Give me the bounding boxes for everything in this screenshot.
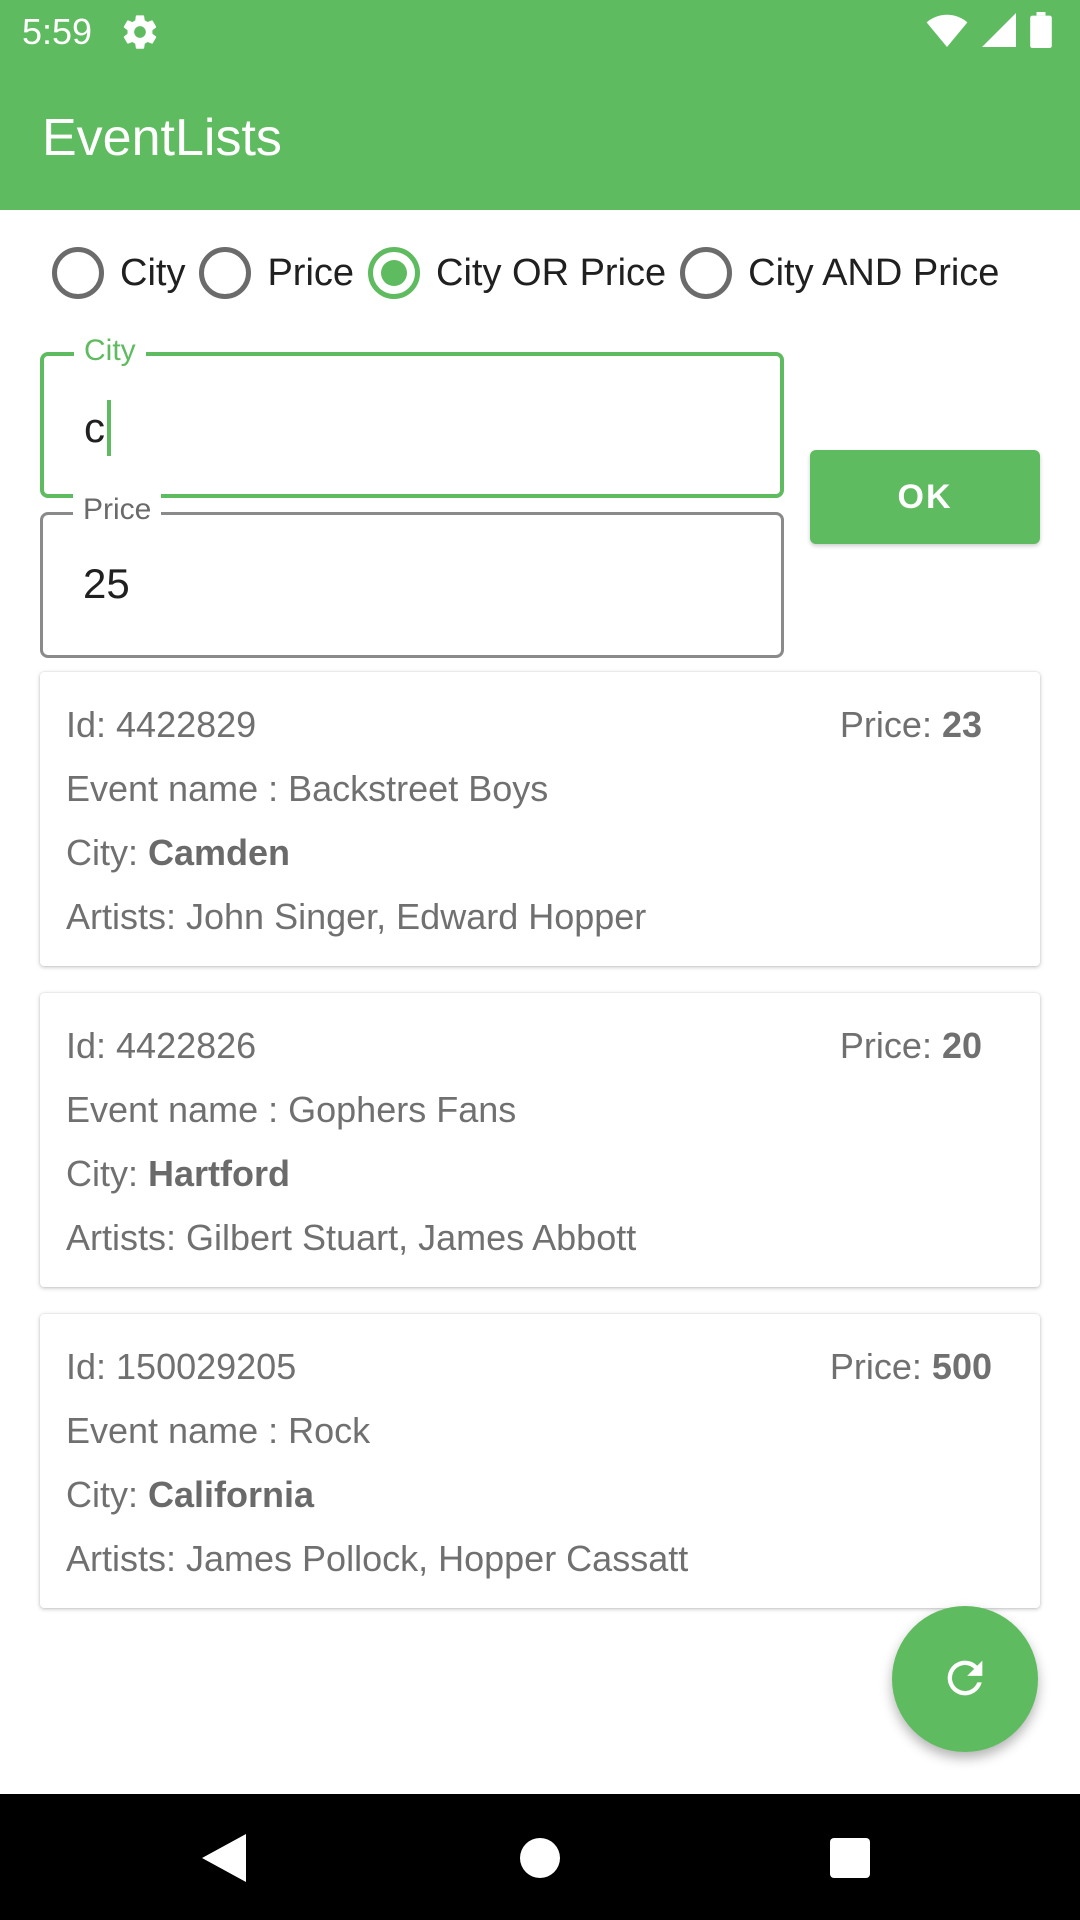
status-time: 5:59 bbox=[22, 11, 93, 52]
city-input[interactable]: c bbox=[84, 400, 111, 456]
event-price: Price: 20 bbox=[839, 1025, 982, 1066]
price-input[interactable]: 25 bbox=[83, 559, 130, 609]
home-icon[interactable] bbox=[512, 1830, 568, 1886]
event-name: Event name : Rock bbox=[66, 1410, 371, 1451]
event-card[interactable]: Id: 150029205 Price: 500 Event name : Ro… bbox=[40, 1314, 1040, 1608]
event-id: Id: 4422829 bbox=[66, 704, 257, 745]
price-input-value: 25 bbox=[83, 560, 130, 607]
price-field-label: Price bbox=[73, 493, 162, 527]
event-price: Price: 23 bbox=[839, 704, 982, 745]
recents-icon[interactable] bbox=[822, 1830, 878, 1886]
battery-icon bbox=[1030, 11, 1052, 53]
radio-label: City AND Price bbox=[748, 252, 1000, 294]
event-id: Id: 4422826 bbox=[66, 1025, 257, 1066]
city-field-label: City bbox=[74, 334, 146, 368]
event-city: City: Hartford bbox=[66, 1153, 291, 1194]
radio-button[interactable] bbox=[199, 247, 252, 299]
radio-price[interactable]: Price bbox=[199, 247, 354, 299]
event-artists: Artists: John Singer, Edward Hopper bbox=[66, 896, 647, 937]
event-card[interactable]: Id: 4422826 Price: 20 Event name : Gophe… bbox=[40, 993, 1040, 1287]
radio-city[interactable]: City bbox=[52, 247, 185, 299]
event-name: Event name : Gophers Fans bbox=[66, 1089, 517, 1130]
radio-city-or-price[interactable]: City OR Price bbox=[368, 247, 666, 299]
event-card[interactable]: Id: 4422829 Price: 23 Event name : Backs… bbox=[40, 672, 1040, 966]
back-icon[interactable] bbox=[196, 1830, 252, 1886]
radio-label: Price bbox=[267, 252, 355, 294]
refresh-button[interactable] bbox=[892, 1606, 1038, 1752]
event-city: City: Camden bbox=[66, 832, 291, 873]
filter-radio-group: City Price City OR Price City AND Price bbox=[52, 244, 1013, 302]
signal-icon bbox=[982, 12, 1016, 52]
radio-city-and-price[interactable]: City AND Price bbox=[680, 247, 999, 299]
ok-button[interactable]: OK bbox=[810, 450, 1040, 544]
city-field[interactable]: City c bbox=[40, 334, 784, 498]
event-price: Price: 500 bbox=[829, 1346, 992, 1387]
event-name: Event name : Backstreet Boys bbox=[66, 768, 549, 809]
status-icons bbox=[926, 11, 1052, 53]
event-city: City: California bbox=[66, 1474, 315, 1515]
refresh-icon bbox=[939, 1652, 991, 1707]
app-bar: 5:59 EventLists bbox=[0, 0, 1080, 210]
price-field[interactable]: Price 25 bbox=[40, 493, 784, 658]
radio-button[interactable] bbox=[680, 247, 733, 299]
wifi-icon bbox=[926, 13, 968, 52]
event-id: Id: 150029205 bbox=[66, 1346, 297, 1387]
event-artists: Artists: Gilbert Stuart, James Abbott bbox=[66, 1217, 637, 1258]
radio-label: City OR Price bbox=[436, 252, 667, 294]
gear-icon bbox=[120, 12, 160, 52]
city-input-value: c bbox=[84, 404, 105, 451]
app-title: EventLists bbox=[42, 109, 282, 167]
radio-label: City bbox=[120, 252, 186, 294]
event-artists: Artists: James Pollock, Hopper Cassatt bbox=[66, 1538, 689, 1579]
radio-button[interactable] bbox=[52, 247, 104, 299]
navigation-bar bbox=[0, 1794, 1080, 1920]
text-cursor bbox=[107, 400, 111, 456]
screen: 5:59 EventLists City Price City OR Price… bbox=[0, 0, 1080, 1920]
radio-button-checked[interactable] bbox=[368, 247, 421, 299]
